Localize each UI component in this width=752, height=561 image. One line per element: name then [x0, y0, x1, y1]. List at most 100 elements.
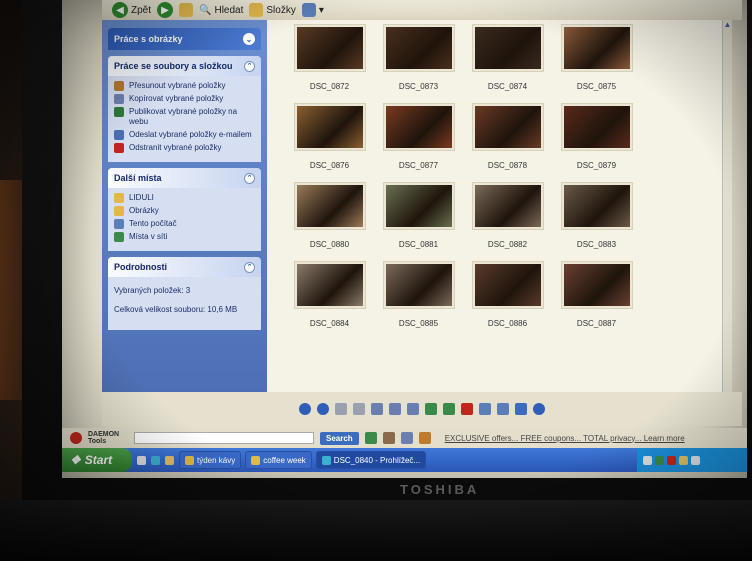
media-icon[interactable] — [165, 455, 174, 465]
rotate-counterclockwise-icon[interactable] — [443, 403, 455, 415]
thumbnail-item[interactable]: DSC_0877 — [374, 103, 463, 170]
collapse-icon[interactable]: ⌄ — [243, 33, 255, 45]
folder-icon — [114, 193, 124, 203]
collapse-icon[interactable]: ⌃ — [244, 60, 255, 72]
thumbnail-frame — [293, 24, 366, 72]
daemon-search-input[interactable] — [134, 432, 314, 444]
explorer-toolbar: ◀ Zpět ▶ 🔍 Hledat Složky ▾ — [102, 0, 742, 20]
task-link[interactable]: Kopírovat vybrané položky — [114, 94, 255, 104]
views-button[interactable]: ▾ — [301, 3, 324, 17]
thumbnail-caption: DSC_0874 — [487, 82, 528, 91]
explorer-content: Práce s obrázky ⌄ Práce se soubory a slo… — [102, 20, 732, 392]
thumbnail-frame — [560, 182, 633, 230]
folders-button[interactable]: Složky — [249, 3, 296, 17]
save-icon[interactable] — [497, 403, 509, 415]
thumbnail-frame — [293, 261, 366, 309]
thumbnail-item[interactable]: DSC_0874 — [463, 24, 552, 91]
details-header[interactable]: Podrobnosti ⌃ — [108, 257, 261, 277]
taskbar-window-button[interactable]: týden kávy — [179, 451, 242, 469]
forward-button[interactable]: ▶ — [157, 2, 174, 18]
edit-icon[interactable] — [515, 403, 527, 415]
thumbnail-grid: DSC_0872 DSC_0873 DSC_0874 DSC_0875 DSC_0876… — [285, 24, 732, 328]
next-image-icon[interactable] — [317, 403, 329, 415]
slideshow-icon[interactable] — [371, 403, 383, 415]
taskbar-window-button[interactable]: DSC_0840 - Prohlížeč... — [315, 451, 427, 469]
other-places-header[interactable]: Další místa ⌃ — [108, 168, 261, 188]
thumbnail-caption: DSC_0885 — [398, 319, 439, 328]
thumbnail-frame — [293, 103, 366, 151]
show-desktop-icon[interactable] — [137, 455, 146, 465]
taskbar-window-label: coffee week — [263, 455, 306, 465]
taskbar-window-label: DSC_0840 - Prohlížeč... — [333, 455, 421, 465]
best-fit-icon[interactable] — [335, 403, 347, 415]
task-link[interactable]: Publikovat vybrané položky na webu — [114, 107, 255, 127]
thumbnail-frame — [560, 24, 633, 72]
picture-tasks-title: Práce s obrázky — [114, 34, 183, 44]
options-icon[interactable] — [418, 432, 431, 444]
folders-icon — [249, 3, 264, 17]
scroll-up-icon[interactable]: ▲ — [723, 20, 732, 29]
task-link[interactable]: Odeslat vybrané položky e-mailem — [114, 130, 255, 140]
shield-icon[interactable] — [364, 432, 377, 444]
tray-security-icon[interactable] — [655, 455, 664, 465]
up-folder-button[interactable] — [179, 3, 194, 17]
thumbnail-scrollbar[interactable]: ▲ — [722, 20, 732, 392]
delete-icon — [114, 143, 124, 153]
print-icon[interactable] — [479, 403, 491, 415]
rotate-clockwise-icon[interactable] — [425, 403, 437, 415]
thumbnail-caption: DSC_0880 — [309, 240, 350, 249]
thumbnail-item[interactable]: DSC_0878 — [463, 103, 552, 170]
taskbar-window-button[interactable]: coffee week — [245, 451, 312, 469]
thumbnail-item[interactable]: DSC_0872 — [285, 24, 374, 91]
start-button[interactable]: ❖ Start — [62, 448, 132, 472]
actual-size-icon[interactable] — [353, 403, 365, 415]
thumbnail-item[interactable]: DSC_0880 — [285, 182, 374, 249]
zoom-in-icon[interactable] — [389, 403, 401, 415]
thumbnail-item[interactable]: DSC_0875 — [552, 24, 641, 91]
thumbnail-caption: DSC_0879 — [576, 161, 617, 170]
delete-icon[interactable] — [461, 403, 473, 415]
tray-app-icon[interactable] — [691, 455, 700, 465]
tool-icon[interactable] — [382, 432, 395, 444]
thumbnail-item[interactable]: DSC_0879 — [552, 103, 641, 170]
task-link[interactable]: Přesunout vybrané položky — [114, 81, 255, 91]
help-icon[interactable] — [533, 403, 545, 415]
thumbnail-item[interactable]: DSC_0886 — [463, 261, 552, 328]
thumbnail-frame — [471, 261, 544, 309]
thumbnail-item[interactable]: DSC_0887 — [552, 261, 641, 328]
task-link[interactable]: Obrázky — [114, 206, 255, 216]
back-label: Zpět — [131, 4, 152, 16]
collapse-icon[interactable]: ⌃ — [244, 172, 255, 184]
tray-antivirus-icon[interactable] — [667, 455, 676, 465]
dropdown-arrow-icon: ▾ — [318, 4, 324, 16]
back-button[interactable]: ◀ Zpět — [112, 2, 151, 18]
task-link[interactable]: Místa v síti — [114, 232, 255, 242]
task-buttons: týden kávy coffee week DSC_0840 - Prohlíže… — [179, 451, 427, 469]
picture-tasks-header[interactable]: Práce s obrázky ⌄ — [108, 28, 261, 50]
previous-image-icon[interactable] — [299, 403, 311, 415]
thumbnail-item[interactable]: DSC_0881 — [374, 182, 463, 249]
promo-link[interactable]: EXCLUSIVE offers... FREE coupons... TOTA… — [445, 434, 685, 443]
search-button[interactable]: 🔍 Hledat — [199, 5, 243, 16]
thumbnail-item[interactable]: DSC_0882 — [463, 182, 552, 249]
daemon-search-button[interactable]: Search — [320, 431, 359, 445]
daemon-logo-icon — [70, 432, 82, 444]
mount-icon[interactable] — [400, 432, 413, 444]
task-link[interactable]: Tento počítač — [114, 219, 255, 229]
task-link[interactable]: Odstranit vybrané položky — [114, 143, 255, 153]
tray-volume-icon[interactable] — [679, 455, 688, 465]
zoom-out-icon[interactable] — [407, 403, 419, 415]
thumbnail-item[interactable]: DSC_0885 — [374, 261, 463, 328]
thumbnail-item[interactable]: DSC_0883 — [552, 182, 641, 249]
thumbnail-item[interactable]: DSC_0873 — [374, 24, 463, 91]
thumbnail-item[interactable]: DSC_0876 — [285, 103, 374, 170]
task-link-label: Odeslat vybrané položky e-mailem — [129, 130, 252, 139]
browser-icon[interactable] — [151, 455, 160, 465]
collapse-icon[interactable]: ⌃ — [244, 261, 255, 273]
tray-network-icon[interactable] — [643, 455, 652, 465]
task-link[interactable]: LIDULI — [114, 193, 255, 203]
file-tasks-header[interactable]: Práce se soubory a složkou ⌃ — [108, 56, 261, 76]
file-tasks-panel: Práce se soubory a složkou ⌃ Přesunout v… — [108, 56, 261, 162]
thumbnail-frame — [293, 182, 366, 230]
thumbnail-item[interactable]: DSC_0884 — [285, 261, 374, 328]
